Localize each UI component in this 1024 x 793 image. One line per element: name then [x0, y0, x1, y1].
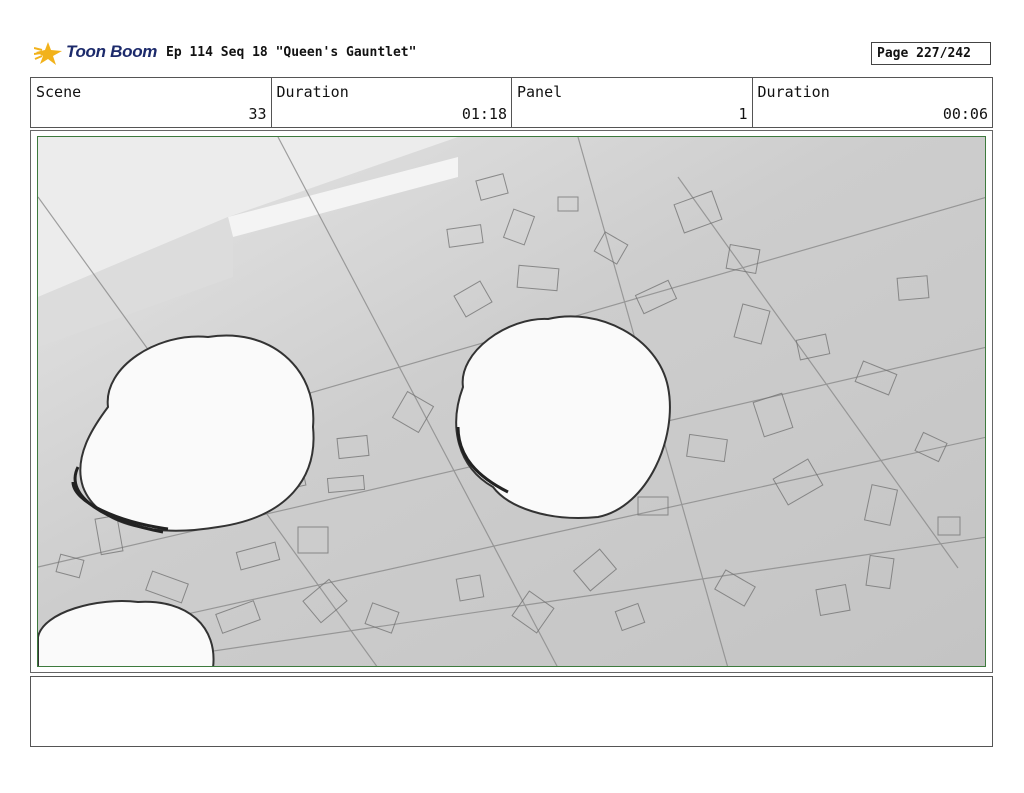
- scene-cell: Scene 33: [31, 78, 272, 127]
- scene-info-row: Scene 33 Duration 01:18 Panel 1 Duration…: [30, 77, 993, 128]
- scene-duration-label: Duration: [276, 83, 349, 101]
- panel-duration-value: 00:06: [942, 105, 988, 123]
- page-number: Page 227/242: [871, 42, 991, 65]
- logo-text: Toon Boom: [66, 42, 158, 61]
- panel-notes-box: [30, 676, 993, 747]
- storyboard-panel-image: [37, 136, 986, 667]
- scene-label: Scene: [36, 83, 82, 101]
- storyboard-drawing: [38, 137, 985, 666]
- toon-boom-logo: Toon Boom: [34, 38, 158, 68]
- panel-cell: Panel 1: [512, 78, 753, 127]
- toon-boom-star-icon: [34, 42, 62, 65]
- scene-value: 33: [248, 105, 267, 123]
- panel-duration-label: Duration: [757, 83, 830, 101]
- scene-duration-value: 01:18: [461, 105, 507, 123]
- panel-value: 1: [738, 105, 748, 123]
- panel-duration-cell: Duration 00:06: [753, 78, 993, 127]
- document-title: Ep 114 Seq 18 "Queen's Gauntlet": [166, 45, 417, 60]
- scene-duration-cell: Duration 01:18: [272, 78, 512, 127]
- panel-label: Panel: [517, 83, 563, 101]
